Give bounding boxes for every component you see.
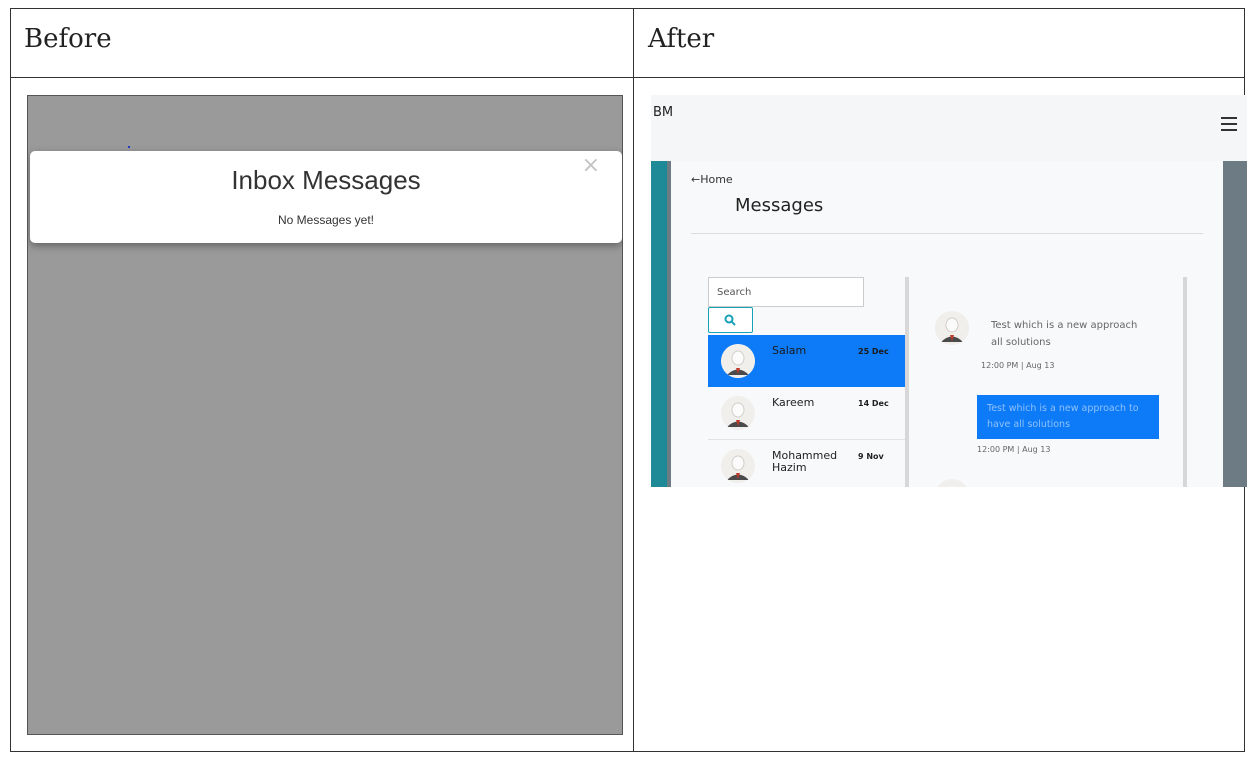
incoming-message: Test which is a new approach all solutio… [991, 320, 1138, 348]
chat-name: Kareem [772, 396, 815, 409]
after-header: After [648, 24, 715, 54]
avatar [935, 479, 969, 487]
chat-name: Mohammed Hazim [772, 449, 838, 474]
avatar [721, 344, 755, 378]
chat-date: 25 Dec [858, 347, 889, 356]
inbox-modal: × Inbox Messages No Messages yet! [30, 151, 622, 243]
avatar [721, 396, 755, 430]
page-title: Messages [735, 195, 824, 216]
outgoing-message: Test which is a new approach to have all… [977, 395, 1159, 439]
conversation-border [1183, 277, 1187, 487]
avatar [721, 449, 755, 483]
chat-list-pane: Salam 25 Dec Kareem 14 Dec Mohammed Hazi… [708, 277, 905, 487]
modal-empty-text: No Messages yet! [277, 213, 375, 227]
right-sidebar [1223, 161, 1247, 487]
messages-content: ←Home Messages Salam 25 Dec [671, 161, 1223, 487]
search-input[interactable] [708, 277, 864, 307]
before-header: Before [24, 24, 112, 54]
column-divider [633, 8, 634, 752]
chat-date: 14 Dec [858, 399, 889, 408]
after-screenshot: BM ←Home Messages Salam 25 Dec [651, 95, 1247, 487]
left-sidebar [651, 161, 671, 487]
avatar [935, 311, 969, 345]
before-screenshot: × Inbox Messages No Messages yet! [27, 95, 623, 735]
chat-name: Salam [772, 344, 807, 357]
modal-title: Inbox Messages [231, 165, 421, 195]
chat-item-mohammed-hazim[interactable]: Mohammed Hazim 9 Nov [708, 440, 905, 487]
chat-item-salam[interactable]: Salam 25 Dec [708, 335, 905, 387]
brand-logo[interactable]: BM [653, 105, 673, 120]
chat-date: 9 Nov [858, 452, 884, 461]
hamburger-menu-icon[interactable] [1221, 117, 1237, 131]
incoming-message-time: 12:00 PM | Aug 13 [981, 361, 1055, 370]
outgoing-message-time: 12:00 PM | Aug 13 [977, 445, 1051, 454]
stray-dot [128, 146, 130, 148]
header-divider [10, 77, 1245, 78]
home-link[interactable]: ←Home [691, 173, 733, 186]
search-icon [724, 314, 736, 326]
search-button[interactable] [708, 307, 753, 333]
conversation-pane: Test which is a new approach all solutio… [909, 277, 1183, 487]
title-divider [691, 233, 1203, 234]
chat-item-kareem[interactable]: Kareem 14 Dec [708, 387, 905, 439]
navbar: BM [651, 95, 1247, 161]
